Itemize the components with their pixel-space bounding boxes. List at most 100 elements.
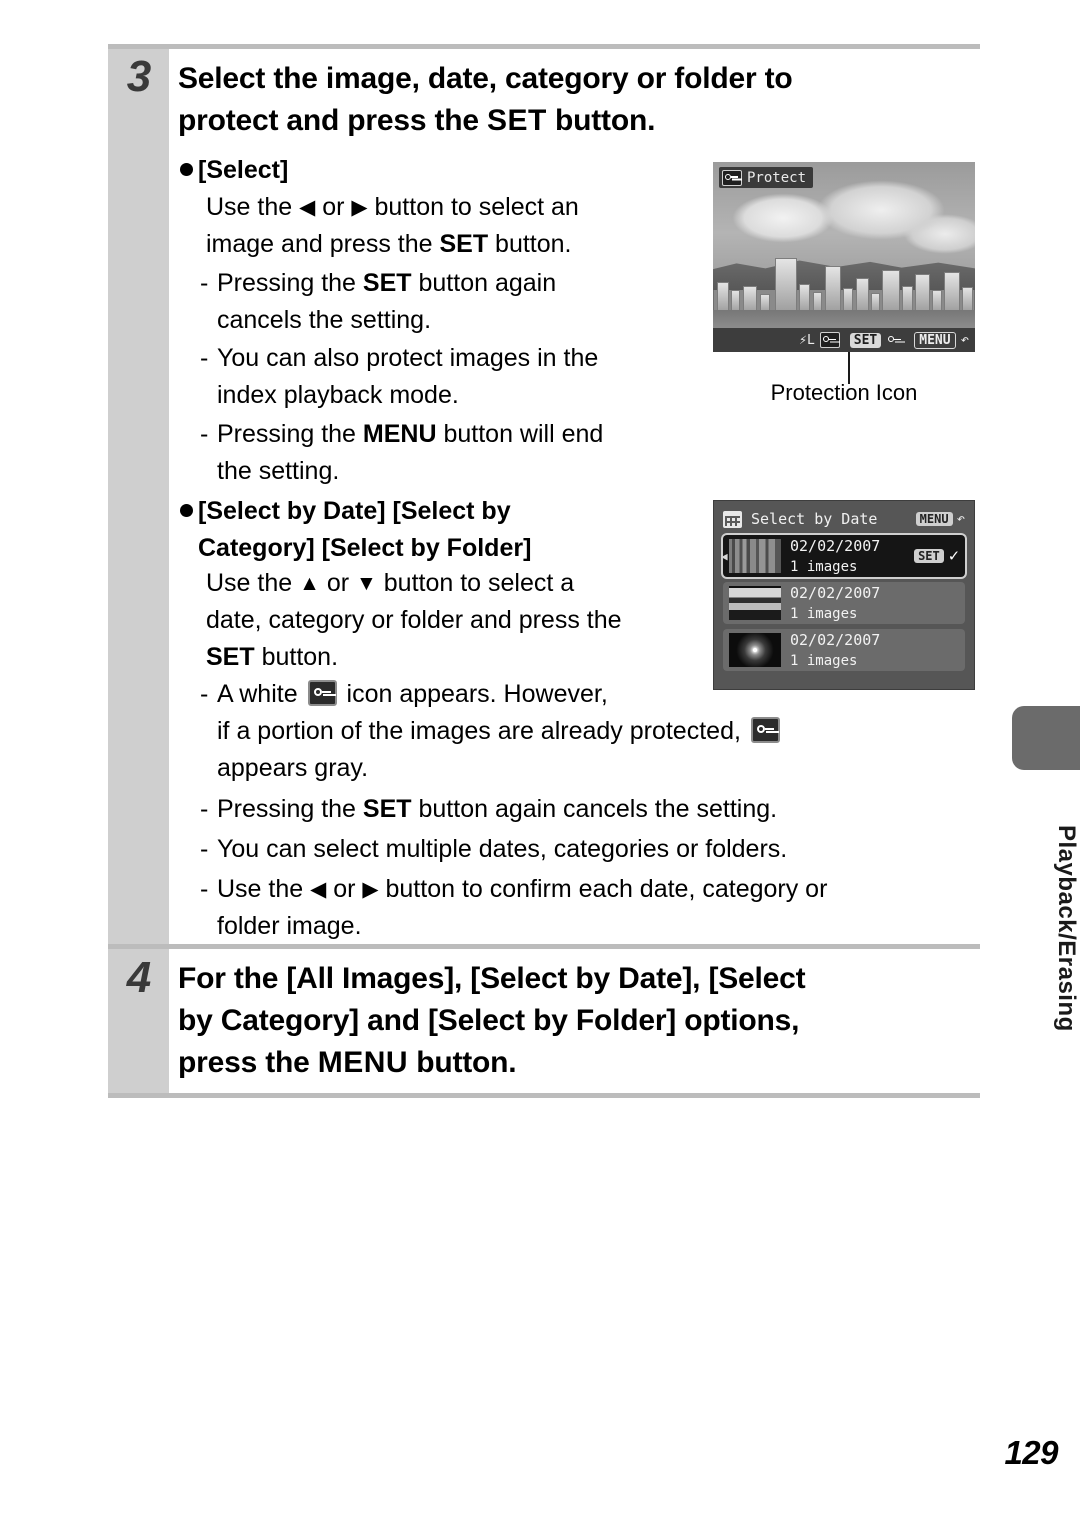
row-text: 02/02/2007 1 images: [790, 583, 880, 624]
set-chip: SET: [849, 332, 882, 348]
menu-keyword: MENU: [362, 420, 437, 448]
key-icon: [886, 333, 904, 347]
return-icon: ↶: [960, 332, 969, 348]
left-arrow-icon: ◀: [299, 196, 316, 219]
select-by-date-header: Select by Date MENU ↶: [723, 508, 965, 530]
table-row[interactable]: ◀ ▶ 02/02/2007 1 images SET ✓: [721, 535, 965, 577]
protect-key-icon: [307, 680, 337, 706]
dash-2-cont: index playback mode.: [217, 381, 459, 409]
select-by-date-title: Select by Date: [751, 510, 878, 528]
select-bullet-heading: [Select]: [180, 152, 288, 189]
dash-marker: -: [200, 680, 209, 708]
set-keyword: SET: [362, 795, 412, 823]
key-icon: [722, 169, 742, 186]
manual-page: 3 Select the image, date, category or fo…: [0, 0, 1080, 1521]
rule-top: [108, 44, 980, 49]
step-3-title-line2-pre: protect and press the: [178, 104, 488, 137]
lcd-screenshot-protect: Protect ⚡L SET MENU ↶: [713, 162, 975, 352]
flash-label: ⚡L: [799, 332, 815, 348]
select-body-a: Use the: [206, 193, 300, 221]
step-3-title-line2-post: button.: [546, 104, 656, 137]
right-arrow-icon: ▶: [362, 878, 379, 901]
dash-marker: -: [200, 835, 209, 863]
select-by-heading-line2: Category] [Select by Folder]: [198, 534, 532, 562]
dash-marker: -: [200, 344, 209, 372]
ocean-band: [713, 310, 975, 330]
select-dash-2: - You can also protect images in the inde…: [200, 340, 700, 414]
select-by-dash-3: - You can select multiple dates, categori…: [200, 831, 990, 868]
set-keyword: SET: [439, 230, 489, 258]
dash-marker: -: [200, 875, 209, 903]
white-icon-d: appears gray.: [217, 754, 369, 782]
step-4-title-line1: For the [All Images], [Select by Date], …: [178, 962, 806, 995]
select-by-body-b: or: [319, 569, 357, 597]
dash-1-cont: cancels the setting.: [217, 306, 432, 334]
set-keyword: SET: [487, 104, 547, 137]
lcd-screenshot-select-by-date: Select by Date MENU ↶ ◀ ▶ 02/02/2007 1 i…: [713, 500, 975, 690]
dash4-b: or: [326, 875, 363, 903]
select-body-b: or: [315, 193, 352, 221]
set-keyword: SET: [362, 269, 412, 297]
left-arrow-icon: ◀: [310, 878, 327, 901]
up-arrow-icon: ▲: [299, 572, 320, 595]
rule-bottom: [108, 1093, 980, 1098]
row-date: 02/02/2007: [790, 583, 881, 602]
left-arrow-icon[interactable]: ◀: [721, 550, 728, 563]
city-skyline: [713, 250, 975, 312]
menu-chip: MENU: [915, 512, 953, 526]
dash-3-b: button will end: [436, 420, 604, 448]
dash2-b: button again cancels the setting.: [411, 795, 778, 823]
dash4-cont: folder image.: [217, 912, 362, 940]
row-text: 02/02/2007 1 images: [790, 630, 880, 671]
step-4-title: For the [All Images], [Select by Date], …: [178, 958, 978, 1084]
protection-icon-caption: Protection Icon: [770, 380, 918, 405]
protect-badge-label: Protect: [747, 169, 807, 186]
select-dash-3: - Pressing the MENU button will end the s…: [200, 416, 700, 490]
protect-mode-badge: Protect: [719, 167, 814, 188]
protection-icon: [819, 332, 840, 348]
section-tab-marker: [1012, 706, 1080, 770]
row-count: 1 images: [790, 605, 858, 622]
down-arrow-icon: ▼: [356, 572, 377, 595]
dash2-a: Pressing the: [217, 795, 363, 823]
right-arrow-icon: ▶: [351, 196, 368, 219]
calendar-icon: [723, 510, 742, 528]
select-by-body-paragraph: Use the ▲ or ▼ button to select a date, …: [206, 565, 706, 676]
row-count: 1 images: [790, 652, 858, 669]
check-icon: ✓: [948, 546, 959, 566]
white-icon-c: if a portion of the images are already p…: [217, 717, 748, 745]
bullet-dot-icon: [180, 504, 193, 517]
select-by-dash-4: - Use the ◀ or ▶ button to confirm each d…: [200, 871, 990, 945]
select-by-heading-line1: [Select by Date] [Select by: [198, 497, 511, 525]
table-row[interactable]: 02/02/2007 1 images: [723, 582, 965, 624]
row-set-group: SET ✓: [914, 546, 959, 566]
city-thumbnail: [729, 586, 781, 620]
dash-3-cont: the setting.: [217, 457, 340, 485]
step-3-title: Select the image, date, category or fold…: [178, 58, 978, 142]
forest-thumbnail: [729, 539, 781, 573]
select-bullet-heading-text: [Select]: [198, 156, 289, 184]
step-3-number: 3: [126, 52, 152, 101]
step-4-title-line2: by Category] and [Select by Folder] opti…: [178, 1004, 800, 1037]
select-by-body-d: date, category or folder and press the: [206, 606, 622, 634]
protect-key-icon-gray: [750, 717, 780, 743]
set-chip: SET: [914, 549, 944, 563]
menu-chip: MENU: [914, 331, 956, 349]
dash-2-a: You can also protect images in the: [217, 344, 599, 372]
select-body-d: image and press the: [206, 230, 440, 258]
row-date: 02/02/2007: [790, 536, 881, 555]
dash-1-b: button again: [411, 269, 557, 297]
step-4-number: 4: [126, 953, 152, 1002]
dash-marker: -: [200, 420, 209, 448]
step-3-title-line1: Select the image, date, category or fold…: [178, 62, 793, 95]
dash-marker: -: [200, 269, 209, 297]
table-row[interactable]: 02/02/2007 1 images: [723, 629, 965, 671]
step-number-band: [108, 46, 169, 1098]
select-by-bullet-heading: [Select by Date] [Select by Category] [S…: [180, 493, 600, 567]
select-by-dash-2: - Pressing the SET button again cancels t…: [200, 791, 990, 828]
menu-return-group: MENU ↶: [915, 511, 965, 527]
white-icon-b: icon appears. However,: [339, 680, 608, 708]
step-4-title-line3-pre: press the: [178, 1046, 318, 1079]
select-by-body-e: button.: [254, 643, 339, 671]
dash4-c: button to confirm each date, category or: [378, 875, 828, 903]
